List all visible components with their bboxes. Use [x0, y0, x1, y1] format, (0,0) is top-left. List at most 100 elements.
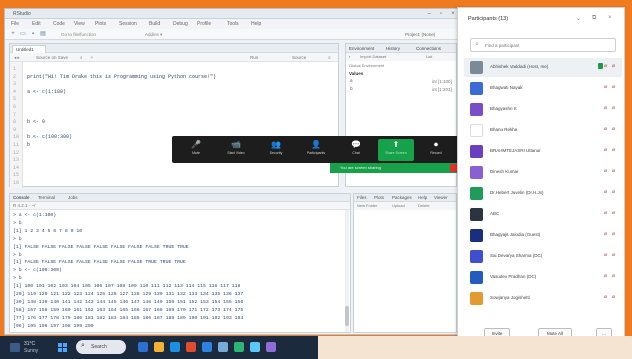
- zoom-participants-button[interactable]: 👤 Participants: [298, 139, 334, 161]
- chevron-down-icon[interactable]: ⌄: [576, 15, 581, 22]
- menu-item-edit[interactable]: Edit: [32, 21, 41, 27]
- rstudio-app-icon[interactable]: [218, 342, 228, 352]
- zoom-share-screen-button[interactable]: ⬆ Share Screen: [378, 139, 414, 161]
- taskbar-search-label: Search: [91, 344, 107, 350]
- menu-item-debug[interactable]: Debug: [173, 21, 188, 27]
- console-line: [1] 1 2 3 4 5 6 7 8 9 10: [13, 228, 83, 234]
- participant-row[interactable]: Sowjanya Jogishetti ⌀ ⌀: [464, 289, 622, 308]
- participant-search-input[interactable]: [485, 41, 611, 50]
- popout-icon[interactable]: ⧉: [592, 15, 596, 22]
- participant-row[interactable]: Bhagwati Nayak ⌀ ⌀: [464, 79, 622, 98]
- participant-row[interactable]: Bhagyajit Jalodia (Guest) ⌀ ⌀: [464, 226, 622, 245]
- participant-row[interactable]: Bhagyashri K ⌀ ⌀: [464, 100, 622, 119]
- editor-tab-untitled[interactable]: Untitled1: [12, 45, 46, 53]
- code-line[interactable]: b <- 0: [27, 119, 45, 125]
- console-scrollbar[interactable]: [345, 210, 349, 332]
- list-view-menu[interactable]: List: [426, 54, 432, 59]
- environment-toolbar: ▪ Import Dataset List: [346, 53, 456, 61]
- teams-icon[interactable]: [266, 342, 276, 352]
- taskbar-search-box[interactable]: ⌕ Search: [76, 340, 126, 354]
- search-icon[interactable]: ⌕: [80, 55, 83, 60]
- code-line[interactable]: b <- c(100:300): [27, 134, 72, 140]
- source-button[interactable]: Source: [292, 55, 306, 60]
- save-icon[interactable]: ▪: [29, 31, 37, 38]
- tab-packages[interactable]: Packages: [392, 195, 412, 200]
- env-var-name[interactable]: b: [350, 87, 353, 92]
- tab-files[interactable]: Files: [357, 195, 367, 200]
- tab-plots[interactable]: Plots: [374, 195, 384, 200]
- mic-muted-icon: ⌀: [604, 105, 608, 111]
- editor-menu-icon[interactable]: ≡: [328, 55, 331, 60]
- line-number: 5: [13, 96, 17, 103]
- tab-history[interactable]: History: [386, 46, 400, 51]
- environment-scope[interactable]: Global Environment: [349, 63, 384, 68]
- menu-item-session[interactable]: Session: [119, 21, 137, 27]
- participant-row[interactable]: Vasudev Pradhan (DC) ⌀ ⌀: [464, 268, 622, 287]
- menu-item-plots[interactable]: Plots: [95, 21, 106, 27]
- video-off-icon: ⌀: [612, 294, 616, 300]
- participant-row[interactable]: Dr.Hebert Juvelin (Dr.H.Jx) ⌀ ⌀: [464, 184, 622, 203]
- tab-connections[interactable]: Connections: [416, 46, 441, 51]
- menu-item-profile[interactable]: Profile: [197, 21, 211, 27]
- import-dataset-button[interactable]: Import Dataset: [360, 54, 386, 59]
- windows-start-icon[interactable]: [58, 343, 67, 352]
- code-line[interactable]: a <- c(1:100): [27, 89, 66, 95]
- participant-row[interactable]: Dinesh Kumar ⌀ ⌀: [464, 163, 622, 182]
- zoom-start-video-button[interactable]: 📹 Start Video: [218, 139, 254, 161]
- addins-menu[interactable]: Addins ▾: [145, 32, 162, 38]
- open-folder-icon[interactable]: ▭: [19, 31, 27, 38]
- delete-button[interactable]: Delete: [418, 203, 430, 208]
- zoom-security-button[interactable]: 👥 Security: [258, 139, 294, 161]
- goto-file-box[interactable]: Go to file/function: [61, 32, 96, 37]
- zoom-app-icon[interactable]: [202, 342, 212, 352]
- file-explorer-icon[interactable]: [154, 342, 164, 352]
- code-line[interactable]: b: [27, 142, 30, 148]
- code-line[interactable]: print("Hi! Tim Drake this is Programming…: [27, 74, 216, 80]
- tab-viewer[interactable]: Viewer: [434, 195, 448, 200]
- participant-row[interactable]: ABC ⌀ ⌀: [464, 205, 622, 224]
- tab-environment[interactable]: Environment: [349, 46, 374, 51]
- tab-terminal[interactable]: Terminal: [38, 195, 55, 200]
- zoom-mute-button[interactable]: 🎤 Mute: [178, 139, 214, 161]
- search-icon: ⌕: [475, 41, 479, 48]
- new-file-icon[interactable]: +: [9, 31, 17, 38]
- maximize-icon[interactable]: ▫: [437, 10, 445, 18]
- office-icon[interactable]: [186, 342, 196, 352]
- participant-row[interactable]: Bhanu Rekha ⌀ ⌀: [464, 121, 622, 140]
- participant-name: Bhagyashri K: [490, 106, 517, 111]
- console-scroll-thumb[interactable]: [345, 306, 349, 326]
- print-icon[interactable]: ▤: [39, 31, 47, 38]
- menu-item-view[interactable]: View: [74, 21, 85, 27]
- zoom-chat-button[interactable]: 💬 Chat: [338, 139, 374, 161]
- tab-jobs[interactable]: Jobs: [68, 195, 78, 200]
- upload-button[interactable]: Upload: [392, 203, 405, 208]
- edge-icon[interactable]: [170, 342, 180, 352]
- env-var-name[interactable]: a: [350, 79, 353, 84]
- participant-row[interactable]: Sai Devarya Sharma (DC) ⌀ ⌀: [464, 247, 622, 266]
- source-on-save-checkbox[interactable]: Source on Save: [36, 55, 68, 60]
- participant-row[interactable]: BRAHMTEJASRI Uttanur ⌀ ⌀: [464, 142, 622, 161]
- store-icon[interactable]: [250, 342, 260, 352]
- close-icon[interactable]: ×: [608, 15, 612, 21]
- mic-muted-icon: ⌀: [604, 273, 608, 279]
- run-button[interactable]: Run: [250, 55, 258, 60]
- task-view-icon[interactable]: [138, 342, 148, 352]
- new-folder-button[interactable]: New Folder: [357, 203, 377, 208]
- menu-item-file[interactable]: File: [11, 21, 19, 27]
- minimize-icon[interactable]: –: [425, 10, 433, 18]
- participant-row[interactable]: Abhishek Vaddadi (Host, me) ⌀ ⌀: [464, 58, 622, 77]
- tab-console[interactable]: Console: [13, 195, 30, 200]
- chrome-icon[interactable]: [234, 342, 244, 352]
- menu-item-code[interactable]: Code: [53, 21, 65, 27]
- back-arrow-icon[interactable]: ◂ ▸: [14, 55, 20, 61]
- close-icon[interactable]: ×: [449, 10, 457, 18]
- save-icon[interactable]: ▪: [349, 54, 350, 59]
- weather-widget-icon[interactable]: [10, 343, 20, 352]
- zoom-record-button[interactable]: ⏺ Record: [418, 139, 454, 161]
- menu-item-build[interactable]: Build: [149, 21, 160, 27]
- menu-item-tools[interactable]: Tools: [227, 21, 239, 27]
- menu-item-help[interactable]: Help: [251, 21, 261, 27]
- project-menu[interactable]: Project: (None): [405, 32, 435, 37]
- wand-icon[interactable]: ✧: [90, 55, 94, 61]
- tab-help[interactable]: Help: [418, 195, 427, 200]
